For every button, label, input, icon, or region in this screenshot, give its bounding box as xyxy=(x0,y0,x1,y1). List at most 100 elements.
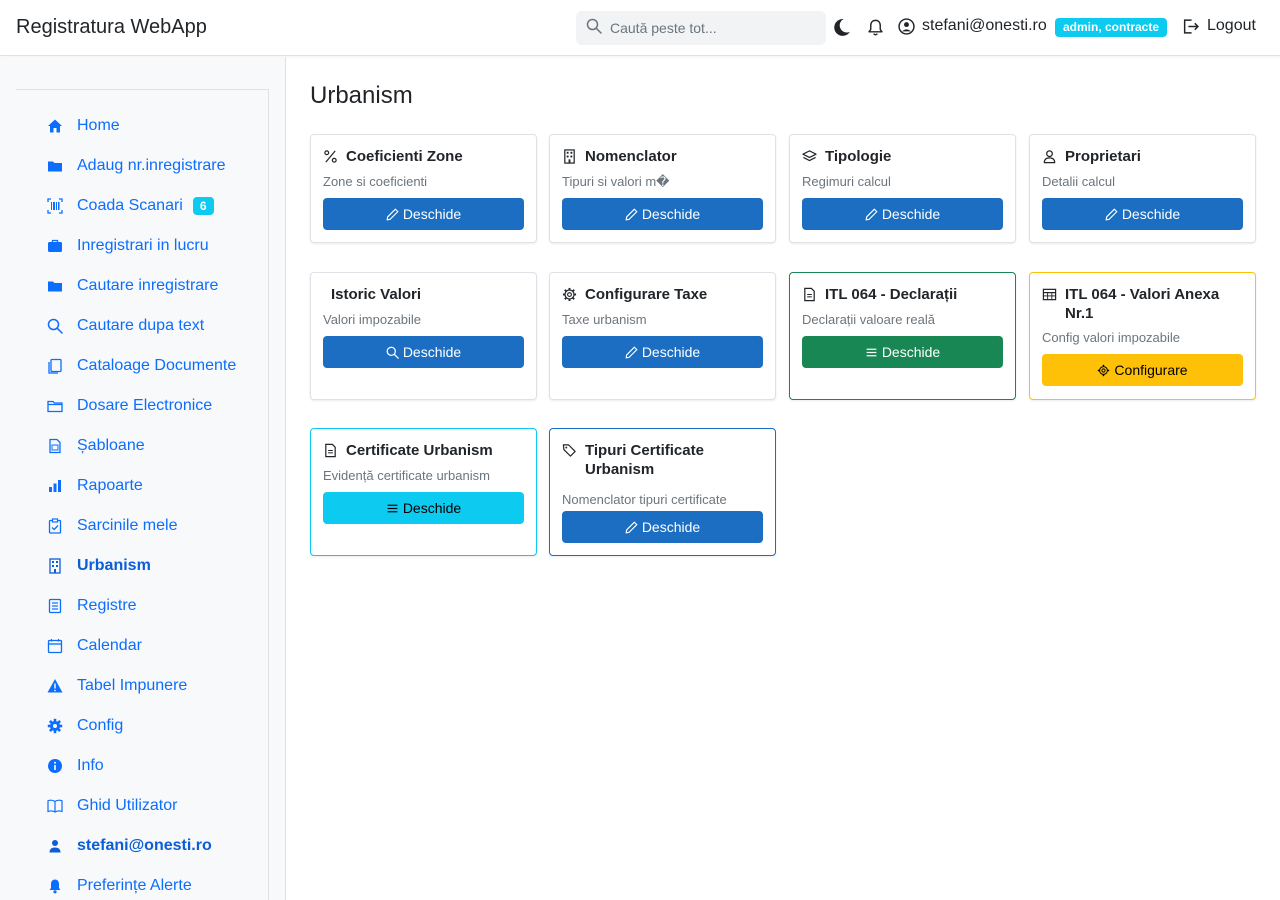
home-icon xyxy=(46,117,64,135)
template-icon xyxy=(46,437,64,455)
sidebar-item-label: Șabloane xyxy=(77,437,145,454)
sidebar-item-label: Tabel Impunere xyxy=(77,677,188,694)
open-button[interactable]: Deschide xyxy=(562,336,763,368)
sidebar: Home Adaug nr.inregistrare Coada Scanari… xyxy=(0,57,286,900)
sidebar-item-config[interactable]: Config xyxy=(46,714,123,738)
pencil-icon xyxy=(625,345,638,358)
sidebar-item-cautare-text[interactable]: Cautare dupa text xyxy=(46,314,204,338)
card-description: Zone si coeficienti xyxy=(323,174,428,189)
open-button[interactable]: Deschide xyxy=(802,198,1003,230)
book-icon xyxy=(46,797,64,815)
open-button[interactable]: Deschide xyxy=(562,511,763,543)
card-istoric-valori: Istoric Valori Valori impozabile Deschid… xyxy=(310,272,537,400)
sidebar-item-label: Cautare dupa text xyxy=(77,317,205,334)
card-itl-064-declaratii: ITL 064 - Declarații Declarații valoare … xyxy=(789,272,1016,400)
person-icon xyxy=(46,837,64,855)
card-description: Taxe urbanism xyxy=(562,312,647,327)
card-title: Certificate Urbanism xyxy=(323,441,524,460)
bell-icon[interactable] xyxy=(864,16,886,38)
card-title: ITL 064 - Declarații xyxy=(802,285,1003,304)
open-button[interactable]: Deschide xyxy=(323,198,524,230)
sidebar-item-cautare-inregistrare[interactable]: Cautare inregistrare xyxy=(46,274,218,298)
card-description: Tipuri si valori m� xyxy=(562,174,670,189)
card-title: Configurare Taxe xyxy=(562,285,763,304)
card-title: Tipuri Certificate Urbanism xyxy=(562,441,763,479)
sidebar-item-label: Info xyxy=(77,757,104,774)
gear-icon xyxy=(46,717,64,735)
sidebar-item-label: Rapoarte xyxy=(77,477,143,494)
page-title: Urbanism xyxy=(310,82,413,109)
layers-icon xyxy=(802,147,818,166)
card-title: Proprietari xyxy=(1042,147,1243,166)
sidebar-item-info[interactable]: Info xyxy=(46,754,104,778)
sidebar-item-calendar[interactable]: Calendar xyxy=(46,634,142,658)
current-user[interactable]: stefani@onesti.ro xyxy=(898,17,1047,35)
moon-icon[interactable] xyxy=(830,16,852,38)
sidebar-item-tabel-impunere[interactable]: Tabel Impunere xyxy=(46,674,187,698)
sidebar-item-label: Preferințe Alerte xyxy=(77,877,192,894)
card-title: Istoric Valori xyxy=(331,286,422,303)
sidebar-item-ghid[interactable]: Ghid Utilizator xyxy=(46,794,177,818)
documents-icon xyxy=(46,357,64,375)
sidebar-item-label: Cautare inregistrare xyxy=(77,277,219,294)
person-icon xyxy=(1042,147,1058,166)
open-button[interactable]: Deschide xyxy=(323,492,524,524)
sidebar-item-dosare[interactable]: Dosare Electronice xyxy=(46,394,212,418)
sidebar-item-inregistrari-lucru[interactable]: Inregistrari in lucru xyxy=(46,234,209,258)
sidebar-item-preferinte-alerte[interactable]: Preferințe Alerte xyxy=(46,874,192,898)
open-button[interactable]: Deschide xyxy=(1042,198,1243,230)
sidebar-item-urbanism[interactable]: Urbanism xyxy=(46,554,151,578)
search-icon xyxy=(586,18,602,39)
sidebar-item-label: Adaug nr.inregistrare xyxy=(77,157,226,174)
logout-icon xyxy=(1183,18,1199,34)
sidebar-item-home[interactable]: Home xyxy=(46,114,120,138)
sidebar-item-label: Coada Scanari xyxy=(77,197,183,214)
document-icon xyxy=(323,441,339,460)
card-certificate-urbanism: Certificate Urbanism Evidență certificat… xyxy=(310,428,537,556)
card-tipuri-certificate-urbanism: Tipuri Certificate Urbanism Nomenclator … xyxy=(549,428,776,556)
folder-icon xyxy=(46,277,64,295)
sidebar-item-label: Dosare Electronice xyxy=(77,397,213,414)
card-tipologie: Tipologie Regimuri calcul Deschide xyxy=(789,134,1016,243)
sidebar-item-label: Registre xyxy=(77,597,137,614)
logout-button[interactable]: Logout xyxy=(1182,17,1256,35)
info-icon xyxy=(46,757,64,775)
sidebar-item-label: Home xyxy=(77,117,120,134)
card-description: Declarații valoare reală xyxy=(802,312,935,327)
person-circle-icon xyxy=(898,17,915,35)
pencil-icon xyxy=(386,207,399,220)
sidebar-item-rapoarte[interactable]: Rapoarte xyxy=(46,474,143,498)
card-description: Nomenclator tipuri certificate xyxy=(562,492,727,507)
top-navbar: Registratura WebApp stefani@onesti.ro ad… xyxy=(0,0,1280,56)
search-input[interactable] xyxy=(610,20,810,36)
app-brand[interactable]: Registratura WebApp xyxy=(16,16,207,39)
warning-icon xyxy=(46,677,64,695)
folder-icon xyxy=(46,157,64,175)
sidebar-item-registre[interactable]: Registre xyxy=(46,594,137,618)
sidebar-item-profile[interactable]: stefani@onesti.ro xyxy=(46,834,212,858)
sidebar-item-label: stefani@onesti.ro xyxy=(77,837,212,854)
logout-label: Logout xyxy=(1207,17,1256,34)
sidebar-item-sabloane[interactable]: Șabloane xyxy=(46,434,145,458)
document-icon xyxy=(802,285,818,304)
configure-button[interactable]: Configurare xyxy=(1042,354,1243,386)
open-button[interactable]: Deschide xyxy=(323,336,524,368)
sidebar-item-label: Cataloage Documente xyxy=(77,357,237,374)
sidebar-item-label: Calendar xyxy=(77,637,142,654)
register-icon xyxy=(46,597,64,615)
card-description: Evidență certificate urbanism xyxy=(323,468,490,483)
open-button[interactable]: Deschide xyxy=(802,336,1003,368)
card-nomenclator: Nomenclator Tipuri si valori m� Deschide xyxy=(549,134,776,243)
pencil-icon xyxy=(625,520,638,533)
sidebar-item-adaug-nr[interactable]: Adaug nr.inregistrare xyxy=(46,154,226,178)
global-search[interactable] xyxy=(576,11,826,45)
card-title: Tipologie xyxy=(802,147,1003,166)
scan-count-badge: 6 xyxy=(192,197,214,215)
sidebar-item-coada-scanari[interactable]: Coada Scanari 6 xyxy=(46,194,214,218)
sidebar-item-cataloage[interactable]: Cataloage Documente xyxy=(46,354,236,378)
pencil-icon xyxy=(1105,207,1118,220)
sidebar-menu: Home Adaug nr.inregistrare Coada Scanari… xyxy=(16,89,269,900)
bar-chart-icon xyxy=(46,477,64,495)
sidebar-item-sarcini[interactable]: Sarcinile mele xyxy=(46,514,177,538)
open-button[interactable]: Deschide xyxy=(562,198,763,230)
